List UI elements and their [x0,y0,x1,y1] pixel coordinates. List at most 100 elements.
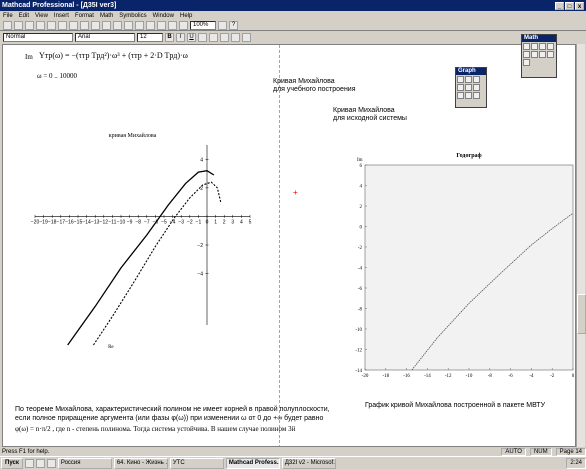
hodograph-plot[interactable]: ГодографIm-20 -18 -16 -14 -12 -10 -8 -6 -4 -2 0642… [343,145,575,381]
print-icon[interactable] [36,20,45,30]
numbering-icon[interactable] [242,33,251,42]
status-mode: AUTO [501,447,526,456]
calc-icon[interactable] [146,20,155,30]
worksheet[interactable]: Im Yтр(ω) = −(τтр Tрд²)·ω³ + (τтр + 2·D … [2,44,576,447]
math-palette[interactable]: Math [521,34,557,78]
align-center-icon[interactable] [209,33,218,42]
caption-training-line2: для учебного построения [273,86,356,93]
undo-icon[interactable] [102,20,111,30]
task-mathcad[interactable]: Mathcad Profess... [225,457,280,469]
cut-icon[interactable] [69,20,78,30]
quicklaunch-media-icon[interactable] [46,458,56,468]
resource-icon[interactable] [218,20,227,30]
x-tick-label: 4 [240,219,243,225]
symbolic-icon[interactable] [523,59,530,66]
equal-icon[interactable] [135,20,144,30]
align-right-icon[interactable] [220,33,229,42]
graph-palette[interactable]: Graph [455,67,487,108]
contour-plot-icon[interactable] [457,84,464,91]
spell-icon[interactable] [58,20,67,30]
task-kino[interactable]: 64. Кино - Жизнь ... [113,457,168,469]
style-select[interactable]: Normal [3,33,73,42]
status-help: Press F1 for help. [2,448,50,455]
xy-plot-icon[interactable] [457,76,464,83]
calculator-icon[interactable] [523,43,530,50]
vertical-scrollbar[interactable] [576,44,586,447]
evaluation-icon[interactable] [547,43,554,50]
task-uts[interactable]: УТС [169,457,224,469]
x-tick-label: −13 [91,219,100,225]
menu-file[interactable]: File [3,13,13,19]
window-title: Mathcad Professional - [Д35I ver3] [2,2,117,9]
open-icon[interactable] [14,20,23,30]
vector-plot-icon[interactable] [457,92,464,99]
menu-bar: File Edit View Insert Format Math Symbol… [0,11,586,20]
cursor-crosshair: + [293,188,298,197]
start-button[interactable]: Пуск [1,457,23,469]
quicklaunch-ie-icon[interactable] [24,458,34,468]
align-left-icon[interactable] [198,33,207,42]
minimize-button[interactable]: _ [555,1,564,10]
copy-icon[interactable] [80,20,89,30]
mikhailov-plot[interactable]: кривая Михайлова−20 −19 −18 −17 −16 −15 −14 −13… [25,125,265,355]
programming-icon[interactable] [539,51,546,58]
size-select[interactable]: 12 [137,33,163,42]
formula-im[interactable]: Yтр(ω) = −(τтр Tрд²)·ω³ + (τтр + 2·D Tрд… [39,52,188,60]
bold-button[interactable]: B [165,33,174,42]
task-russia[interactable]: Россия [57,457,112,469]
bar-plot-icon[interactable] [465,84,472,91]
align-icon[interactable] [124,20,133,30]
y-tick-label: -6 [358,287,363,292]
hodograph-frame [364,164,574,371]
preview-icon[interactable] [47,20,56,30]
function-icon[interactable] [157,20,166,30]
status-bar: Press F1 for help. AUTO NUM Page 14 [0,447,586,456]
scatter-plot-icon[interactable] [473,84,480,91]
menu-format[interactable]: Format [75,13,94,19]
graph-icon[interactable] [531,43,538,50]
calculus-icon[interactable] [523,51,530,58]
surface-plot-icon[interactable] [473,76,480,83]
menu-math[interactable]: Math [100,13,113,19]
close-button[interactable]: x [575,1,584,10]
x-tick-label: 0 [572,374,575,379]
greek-icon[interactable] [547,51,554,58]
menu-view[interactable]: View [35,13,48,19]
x-tick-label: −14 [82,219,91,225]
help-icon[interactable]: ? [229,20,238,30]
x-tick-label: −10 [117,219,126,225]
trace-icon[interactable] [473,92,480,99]
font-select[interactable]: Arial [75,33,135,42]
zoom-select[interactable]: 100% [190,20,216,30]
unit-icon[interactable] [168,20,177,30]
new-icon[interactable] [3,20,12,30]
menu-help[interactable]: Help [180,13,192,19]
paste-icon[interactable] [91,20,100,30]
taskbar: Пуск Россия 64. Кино - Жизнь ... УТС Mat… [0,456,586,469]
quicklaunch-desktop-icon[interactable] [35,458,45,468]
bullets-icon[interactable] [231,33,240,42]
italic-button[interactable]: I [176,33,185,42]
maximize-button[interactable]: □ [565,1,574,10]
menu-window[interactable]: Window [153,13,174,19]
component-icon[interactable] [179,20,188,30]
menu-edit[interactable]: Edit [19,13,29,19]
task-word[interactable]: Д32I v2 - Microsof... [281,457,336,469]
window-controls: _ □ x [555,1,586,10]
menu-symbolics[interactable]: Symbolics [119,13,146,19]
zoom-icon[interactable] [465,92,472,99]
range-definition[interactable]: ω = 0 .. 10000 [37,72,77,80]
scroll-thumb[interactable] [577,294,586,334]
x-tick-label: −8 [135,219,141,225]
boolean-icon[interactable] [531,51,538,58]
polar-plot-icon[interactable] [465,76,472,83]
x-tick-label: −20 [31,219,40,225]
matrix-icon[interactable] [539,43,546,50]
menu-insert[interactable]: Insert [54,13,69,19]
redo-icon[interactable] [113,20,122,30]
y-tick-label: −2 [197,243,203,249]
save-icon[interactable] [25,20,34,30]
page-break-line [279,45,280,446]
underline-button[interactable]: U [187,33,196,42]
x-tick-label: -4 [529,374,534,379]
